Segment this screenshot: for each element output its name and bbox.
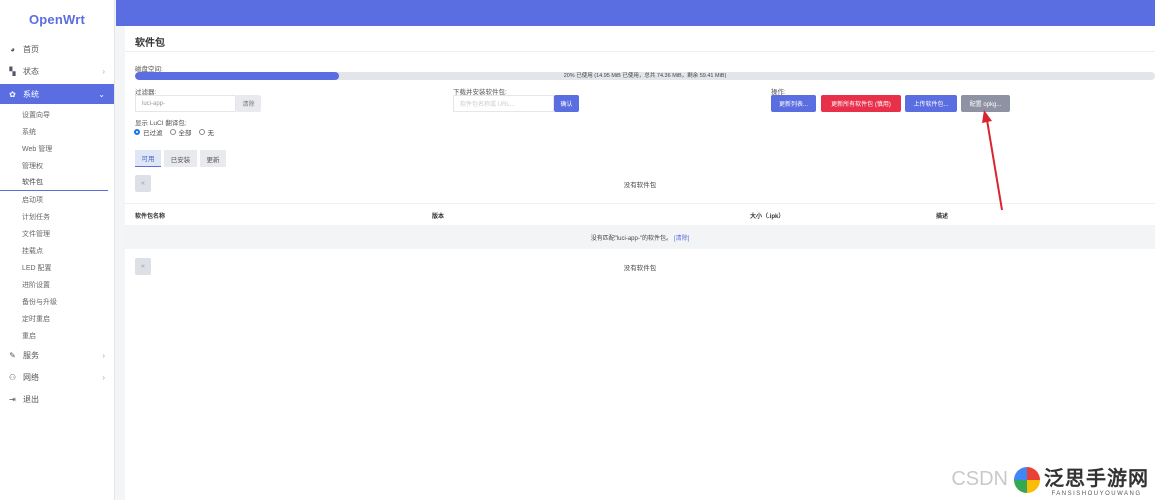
brand-ball-icon <box>1014 466 1040 493</box>
annotation-arrow <box>982 110 1003 211</box>
watermark: CSDN 泛思手游网 FANSISHOUYOUWANG <box>951 462 1149 497</box>
annotation-arrow-line <box>986 119 1003 211</box>
brand-name-en: FANSISHOUYOUWANG <box>1051 491 1142 497</box>
csdn-watermark: CSDN <box>951 468 1008 490</box>
brand-logo: 泛思手游网 FANSISHOUYOUWANG <box>1014 462 1149 497</box>
brand-text: 泛思手游网 FANSISHOUYOUWANG <box>1044 462 1149 497</box>
annotation-arrow-head <box>982 110 992 123</box>
brand-name-cn: 泛思手游网 <box>1044 468 1149 490</box>
